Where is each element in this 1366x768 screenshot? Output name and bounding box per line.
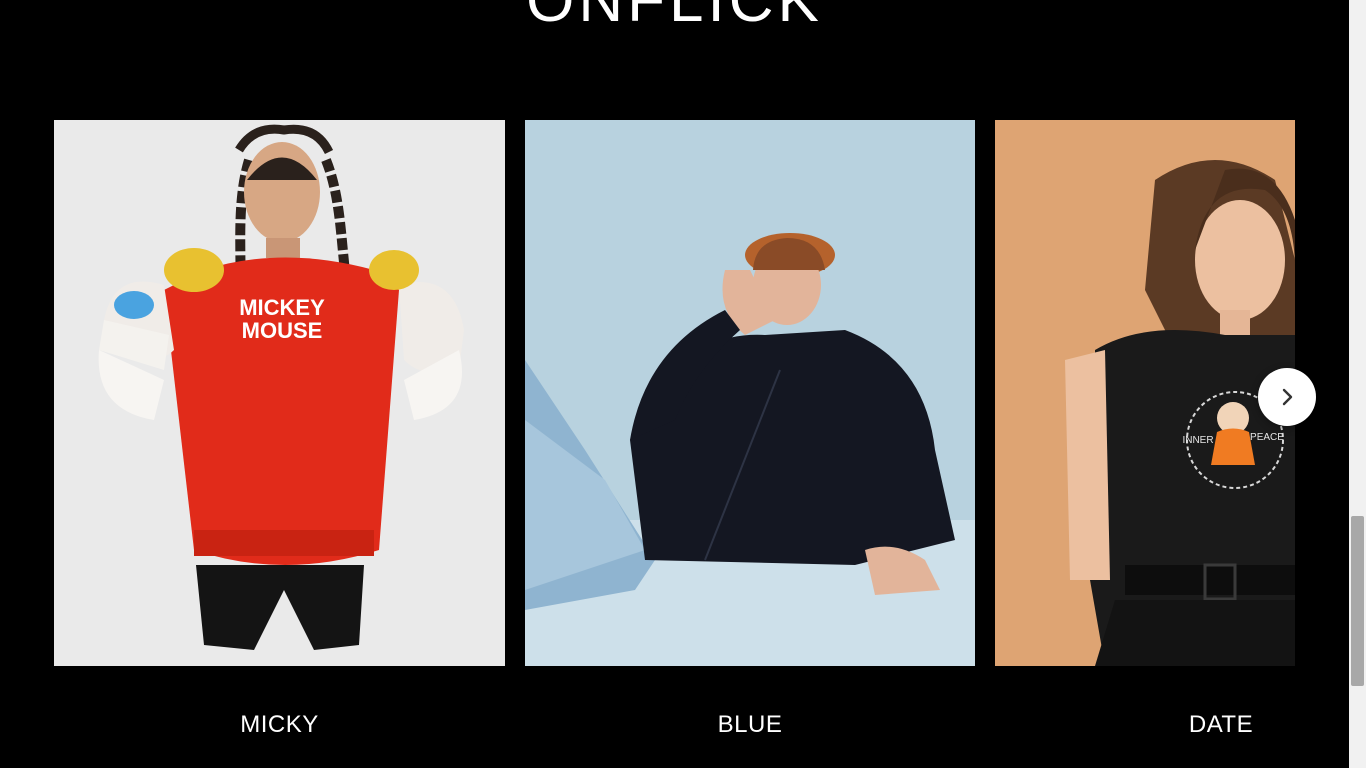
brand-logo[interactable]: ONFLICK <box>0 0 1349 32</box>
product-image-blue[interactable] <box>525 120 975 666</box>
product-label-date[interactable]: DATE <box>1095 711 1347 739</box>
product-label-micky[interactable]: MICKY <box>54 711 505 739</box>
carousel-next-button[interactable] <box>1258 368 1316 426</box>
product-image-micky[interactable]: MICKEY MOUSE <box>54 120 505 666</box>
product-image-date[interactable]: INNER PEACE <box>995 120 1295 666</box>
tee-print-left: INNER <box>1182 435 1213 446</box>
inner-peace-tee-illustration: INNER PEACE <box>995 120 1295 666</box>
product-label-blue[interactable]: BLUE <box>525 711 975 739</box>
mickey-sweatshirt-illustration: MICKEY MOUSE <box>54 120 505 666</box>
mickey-print-line1: MICKEY <box>239 295 325 320</box>
page-scrollbar-thumb[interactable] <box>1351 516 1364 686</box>
product-carousel: MICKEY MOUSE INNER PEACE <box>54 120 1295 666</box>
chevron-right-icon <box>1282 388 1293 406</box>
tee-print-right: PEACE <box>1250 432 1284 443</box>
zip-jacket-illustration <box>525 120 975 666</box>
mickey-print-line2: MOUSE <box>242 318 323 343</box>
